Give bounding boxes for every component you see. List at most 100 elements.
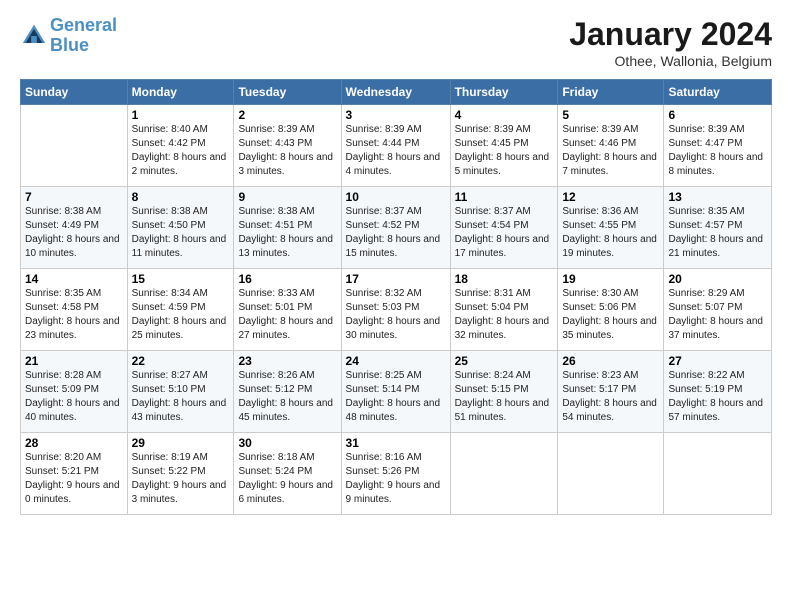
day-cell: 26Sunrise: 8:23 AMSunset: 5:17 PMDayligh… [558,351,664,433]
day-info: Sunrise: 8:23 AMSunset: 5:17 PMDaylight:… [562,369,659,425]
weekday-tuesday: Tuesday [234,80,341,105]
daylight-text: Daylight: 8 hours and 43 minutes. [132,397,230,425]
day-number: 4 [455,108,554,122]
sunset-text: Sunset: 5:06 PM [562,301,659,315]
day-cell: 31Sunrise: 8:16 AMSunset: 5:26 PMDayligh… [341,433,450,515]
daylight-text: Daylight: 9 hours and 3 minutes. [132,479,230,507]
sunset-text: Sunset: 5:19 PM [668,383,767,397]
week-row-1: 1Sunrise: 8:40 AMSunset: 4:42 PMDaylight… [21,105,772,187]
day-info: Sunrise: 8:34 AMSunset: 4:59 PMDaylight:… [132,287,230,343]
sunset-text: Sunset: 5:09 PM [25,383,123,397]
daylight-text: Daylight: 8 hours and 11 minutes. [132,233,230,261]
sunrise-text: Sunrise: 8:37 AM [346,205,446,219]
day-number: 19 [562,272,659,286]
day-cell: 5Sunrise: 8:39 AMSunset: 4:46 PMDaylight… [558,105,664,187]
day-cell: 28Sunrise: 8:20 AMSunset: 5:21 PMDayligh… [21,433,128,515]
day-cell: 13Sunrise: 8:35 AMSunset: 4:57 PMDayligh… [664,187,772,269]
sunset-text: Sunset: 5:01 PM [238,301,336,315]
sunrise-text: Sunrise: 8:35 AM [668,205,767,219]
daylight-text: Daylight: 8 hours and 17 minutes. [455,233,554,261]
day-cell: 20Sunrise: 8:29 AMSunset: 5:07 PMDayligh… [664,269,772,351]
day-cell: 15Sunrise: 8:34 AMSunset: 4:59 PMDayligh… [127,269,234,351]
day-cell: 11Sunrise: 8:37 AMSunset: 4:54 PMDayligh… [450,187,558,269]
day-cell: 9Sunrise: 8:38 AMSunset: 4:51 PMDaylight… [234,187,341,269]
day-cell: 8Sunrise: 8:38 AMSunset: 4:50 PMDaylight… [127,187,234,269]
sunrise-text: Sunrise: 8:35 AM [25,287,123,301]
day-cell: 25Sunrise: 8:24 AMSunset: 5:15 PMDayligh… [450,351,558,433]
day-number: 7 [25,190,123,204]
day-cell: 22Sunrise: 8:27 AMSunset: 5:10 PMDayligh… [127,351,234,433]
sunset-text: Sunset: 4:54 PM [455,219,554,233]
sunset-text: Sunset: 5:17 PM [562,383,659,397]
day-info: Sunrise: 8:19 AMSunset: 5:22 PMDaylight:… [132,451,230,507]
day-cell [21,105,128,187]
sunset-text: Sunset: 4:45 PM [455,137,554,151]
daylight-text: Daylight: 8 hours and 2 minutes. [132,151,230,179]
day-number: 29 [132,436,230,450]
daylight-text: Daylight: 8 hours and 23 minutes. [25,315,123,343]
title-block: January 2024 Othee, Wallonia, Belgium [569,16,772,69]
daylight-text: Daylight: 8 hours and 40 minutes. [25,397,123,425]
sunrise-text: Sunrise: 8:39 AM [346,123,446,137]
daylight-text: Daylight: 8 hours and 27 minutes. [238,315,336,343]
day-info: Sunrise: 8:29 AMSunset: 5:07 PMDaylight:… [668,287,767,343]
day-cell: 24Sunrise: 8:25 AMSunset: 5:14 PMDayligh… [341,351,450,433]
day-info: Sunrise: 8:39 AMSunset: 4:46 PMDaylight:… [562,123,659,179]
sunrise-text: Sunrise: 8:38 AM [238,205,336,219]
day-info: Sunrise: 8:40 AMSunset: 4:42 PMDaylight:… [132,123,230,179]
sunset-text: Sunset: 5:04 PM [455,301,554,315]
day-number: 11 [455,190,554,204]
sunset-text: Sunset: 5:24 PM [238,465,336,479]
day-info: Sunrise: 8:37 AMSunset: 4:52 PMDaylight:… [346,205,446,261]
daylight-text: Daylight: 8 hours and 30 minutes. [346,315,446,343]
sunrise-text: Sunrise: 8:26 AM [238,369,336,383]
daylight-text: Daylight: 8 hours and 37 minutes. [668,315,767,343]
day-info: Sunrise: 8:39 AMSunset: 4:47 PMDaylight:… [668,123,767,179]
day-info: Sunrise: 8:20 AMSunset: 5:21 PMDaylight:… [25,451,123,507]
daylight-text: Daylight: 8 hours and 15 minutes. [346,233,446,261]
day-info: Sunrise: 8:22 AMSunset: 5:19 PMDaylight:… [668,369,767,425]
day-info: Sunrise: 8:18 AMSunset: 5:24 PMDaylight:… [238,451,336,507]
day-info: Sunrise: 8:39 AMSunset: 4:44 PMDaylight:… [346,123,446,179]
daylight-text: Daylight: 8 hours and 8 minutes. [668,151,767,179]
weekday-friday: Friday [558,80,664,105]
day-info: Sunrise: 8:38 AMSunset: 4:49 PMDaylight:… [25,205,123,261]
sunrise-text: Sunrise: 8:37 AM [455,205,554,219]
sunrise-text: Sunrise: 8:39 AM [562,123,659,137]
week-row-2: 7Sunrise: 8:38 AMSunset: 4:49 PMDaylight… [21,187,772,269]
sunrise-text: Sunrise: 8:22 AM [668,369,767,383]
daylight-text: Daylight: 8 hours and 13 minutes. [238,233,336,261]
day-cell: 2Sunrise: 8:39 AMSunset: 4:43 PMDaylight… [234,105,341,187]
day-number: 24 [346,354,446,368]
day-number: 21 [25,354,123,368]
sunset-text: Sunset: 4:44 PM [346,137,446,151]
daylight-text: Daylight: 8 hours and 35 minutes. [562,315,659,343]
sunrise-text: Sunrise: 8:34 AM [132,287,230,301]
sunset-text: Sunset: 4:49 PM [25,219,123,233]
daylight-text: Daylight: 8 hours and 54 minutes. [562,397,659,425]
day-cell: 12Sunrise: 8:36 AMSunset: 4:55 PMDayligh… [558,187,664,269]
daylight-text: Daylight: 8 hours and 25 minutes. [132,315,230,343]
day-info: Sunrise: 8:33 AMSunset: 5:01 PMDaylight:… [238,287,336,343]
day-info: Sunrise: 8:25 AMSunset: 5:14 PMDaylight:… [346,369,446,425]
day-cell [450,433,558,515]
daylight-text: Daylight: 8 hours and 4 minutes. [346,151,446,179]
day-info: Sunrise: 8:39 AMSunset: 4:45 PMDaylight:… [455,123,554,179]
day-number: 17 [346,272,446,286]
day-cell: 3Sunrise: 8:39 AMSunset: 4:44 PMDaylight… [341,105,450,187]
day-number: 9 [238,190,336,204]
day-number: 15 [132,272,230,286]
day-number: 16 [238,272,336,286]
day-info: Sunrise: 8:16 AMSunset: 5:26 PMDaylight:… [346,451,446,507]
weekday-saturday: Saturday [664,80,772,105]
sunrise-text: Sunrise: 8:39 AM [668,123,767,137]
day-cell: 7Sunrise: 8:38 AMSunset: 4:49 PMDaylight… [21,187,128,269]
daylight-text: Daylight: 8 hours and 48 minutes. [346,397,446,425]
day-number: 8 [132,190,230,204]
weekday-monday: Monday [127,80,234,105]
day-info: Sunrise: 8:28 AMSunset: 5:09 PMDaylight:… [25,369,123,425]
month-title: January 2024 [569,16,772,53]
sunset-text: Sunset: 5:03 PM [346,301,446,315]
day-number: 25 [455,354,554,368]
day-cell: 1Sunrise: 8:40 AMSunset: 4:42 PMDaylight… [127,105,234,187]
